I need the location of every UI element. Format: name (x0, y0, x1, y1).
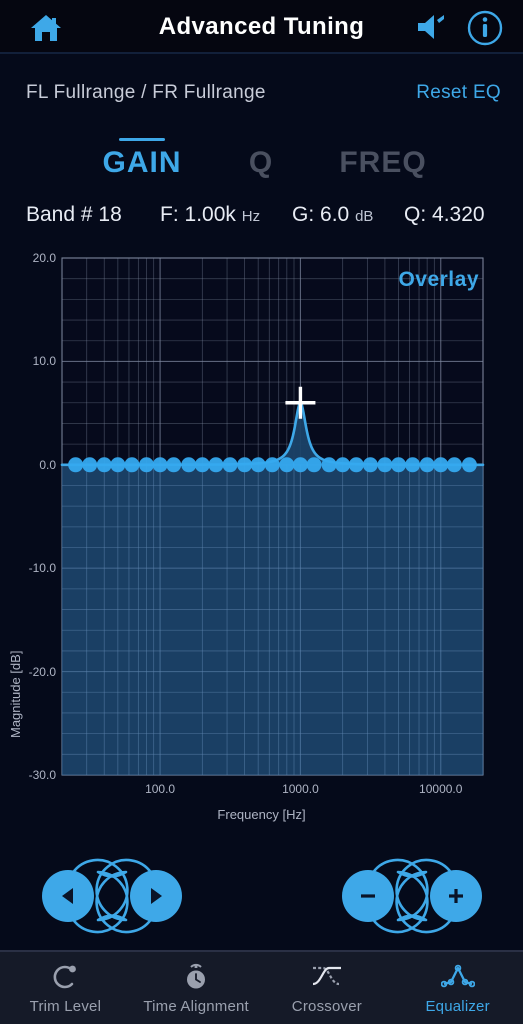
tab-active-indicator (360, 138, 406, 141)
stopwatch-icon (181, 962, 211, 992)
tab-q[interactable]: Q (236, 138, 286, 186)
speaker-icon (418, 15, 444, 39)
q-label: Q: (404, 203, 427, 226)
channel-selector[interactable]: FL Fullrange / FR Fullrange (26, 82, 266, 104)
band-value: 18 (98, 203, 122, 226)
gain-unit: dB (355, 208, 374, 225)
eq-plot-canvas[interactable] (0, 248, 523, 833)
y-axis-tick: 20.0 (32, 251, 56, 265)
nav-label: Equalizer (425, 997, 490, 1015)
frequency-readout: F: 1.00k Hz (160, 203, 260, 227)
y-axis-tick: 10.0 (32, 354, 56, 369)
reset-eq-button[interactable]: Reset EQ (416, 82, 501, 104)
q-value: 4.320 (432, 203, 485, 226)
increment-button[interactable] (430, 870, 482, 922)
triangle-right-icon (151, 888, 162, 904)
crossover-icon (311, 962, 343, 992)
nav-item-crossover[interactable]: Crossover (262, 952, 393, 1024)
bottom-navigation: Trim Level Time Alignment Crossover Equa… (0, 950, 523, 1024)
nav-item-time-alignment[interactable]: Time Alignment (131, 952, 262, 1024)
tab-q-label: Q (248, 146, 274, 179)
tab-active-indicator (238, 138, 284, 141)
x-axis-tick: 1000.0 (282, 782, 319, 796)
tab-gain[interactable]: GAIN (102, 138, 182, 186)
info-button[interactable] (465, 8, 505, 48)
x-axis-tick: 10000.0 (419, 782, 463, 796)
nav-label: Time Alignment (143, 997, 249, 1015)
band-label: Band # (26, 203, 93, 226)
y-axis-tick: -20.0 (28, 664, 56, 679)
equalizer-icon (440, 962, 475, 992)
minus-icon (361, 894, 375, 898)
x-axis-tick: 100.0 (145, 782, 176, 796)
y-axis-tick: -30.0 (28, 768, 56, 782)
channel-row: FL Fullrange / FR Fullrange Reset EQ (0, 82, 523, 116)
nav-item-trim-level[interactable]: Trim Level (0, 952, 131, 1024)
nav-item-equalizer[interactable]: Equalizer (392, 952, 523, 1024)
knob-icon (50, 962, 80, 992)
info-icon (467, 10, 503, 46)
tab-freq[interactable]: FREQ (338, 138, 428, 186)
y-axis-tick: 0.0 (39, 457, 56, 472)
gain-value: 6.0 (320, 203, 350, 226)
band-stepper-group (32, 848, 192, 949)
gain-label: G: (292, 203, 315, 226)
y-axis-tick: -10.0 (28, 561, 56, 576)
previous-band-button[interactable] (42, 870, 94, 922)
tab-gain-label: GAIN (102, 146, 182, 179)
band-readout: Band # 18 (26, 203, 122, 227)
gain-readout: G: 6.0 dB (292, 203, 373, 227)
nav-label: Crossover (291, 997, 362, 1015)
eq-chart[interactable]: Magnitude [dB] Frequency [Hz] Overlay 20… (0, 248, 523, 833)
frequency-value: 1.00k (184, 203, 236, 226)
top-bar: Advanced Tuning (0, 0, 523, 54)
stepper-controls (0, 848, 523, 944)
plus-icon (449, 889, 463, 903)
parameter-readout: Band # 18 F: 1.00k Hz G: 6.0 dB Q: 4.320 (0, 203, 523, 235)
parameter-tabs: GAIN Q FREQ (0, 138, 523, 186)
q-readout: Q: 4.320 (404, 203, 485, 227)
overlay-toggle[interactable]: Overlay (398, 268, 479, 292)
tab-active-indicator (119, 138, 165, 141)
value-stepper-group (332, 848, 492, 949)
next-band-button[interactable] (130, 870, 182, 922)
x-axis-label: Frequency [Hz] (217, 807, 306, 822)
nav-label: Trim Level (29, 997, 102, 1015)
frequency-label: F: (160, 203, 179, 226)
tab-freq-label: FREQ (339, 146, 427, 179)
speaker-button[interactable] (413, 11, 449, 43)
advanced-tuning-screen: Advanced Tuning FL Fullrange / FR Fullra… (0, 0, 523, 1024)
frequency-unit: Hz (241, 208, 261, 225)
triangle-left-icon (62, 888, 73, 904)
decrement-button[interactable] (342, 870, 394, 922)
